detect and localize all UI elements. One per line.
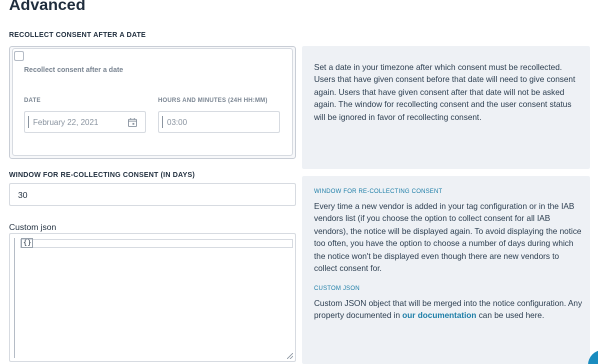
time-label: HOURS AND MINUTES (24H HH:MM): [158, 98, 268, 104]
recollect-section-label: RECOLLECT CONSENT AFTER A DATE: [9, 32, 146, 39]
custom-json-label: Custom json: [9, 222, 57, 232]
documentation-link[interactable]: our documentation: [402, 311, 476, 320]
date-input[interactable]: February 22, 2021: [24, 111, 146, 133]
window-help-heading: WINDOW FOR RE-COLLECTING CONSENT: [314, 189, 443, 195]
custom-json-line-highlight: [20, 239, 293, 248]
window-help-text: Every time a new vendor is added in your…: [314, 202, 582, 274]
date-label: DATE: [24, 98, 41, 104]
window-section-label: WINDOW FOR RE-COLLECTING CONSENT (IN DAY…: [9, 172, 195, 179]
window-days-value: 30: [18, 189, 28, 200]
recollect-checkbox-label: Recollect consent after a date: [24, 67, 124, 74]
time-input[interactable]: 03:00: [158, 111, 280, 133]
custom-json-help-heading: CUSTOM JSON: [314, 286, 360, 292]
date-input-placeholder: February 22, 2021: [33, 117, 99, 127]
time-input-caret: [162, 116, 163, 128]
custom-json-caret: [14, 238, 15, 358]
recollect-checkbox[interactable]: [14, 51, 24, 61]
page-title: Advanced: [9, 0, 86, 14]
custom-json-help-text: Custom JSON object that will be merged i…: [314, 298, 584, 323]
date-input-caret: [28, 116, 29, 128]
window-days-input[interactable]: 30: [9, 183, 296, 206]
custom-json-value: {}: [21, 238, 34, 248]
time-input-placeholder: 03:00: [167, 117, 188, 127]
calendar-icon[interactable]: [128, 118, 137, 127]
custom-json-textarea[interactable]: {}: [9, 233, 296, 362]
custom-json-help-after: can be used here.: [476, 311, 545, 321]
recollect-help-text: Set a date in your timezone after which …: [314, 63, 576, 122]
resize-handle-icon[interactable]: [287, 353, 293, 359]
